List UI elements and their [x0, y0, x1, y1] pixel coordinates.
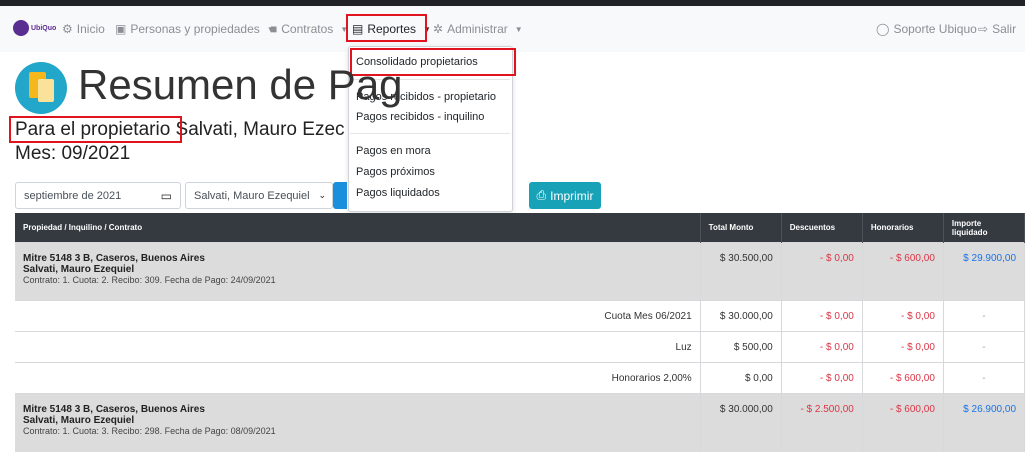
property-address: Mitre 5148 3 B, Caseros, Buenos Aires	[23, 404, 205, 415]
honorarios-cell: - $ 600,00	[862, 362, 944, 394]
table-row: Luz $ 500,00 - $ 0,00 - $ 0,00 -	[15, 331, 1025, 363]
logout-icon: ⇨	[978, 22, 989, 36]
filter-button[interactable]	[333, 182, 347, 209]
importe-cell: -	[943, 362, 1025, 394]
total-cell: $ 30.000,00	[700, 393, 782, 452]
calendar-icon: ▭	[160, 188, 172, 203]
nav-inicio[interactable]: ⚙ Inicio	[62, 16, 105, 42]
nav-contratos-label: Contratos	[281, 22, 334, 36]
col-propiedad: Propiedad / Inquilino / Contrato	[15, 213, 701, 243]
tenant-name: Salvati, Mauro Ezequiel	[23, 264, 135, 275]
chevron-down-icon: ⌄	[318, 190, 326, 200]
page-title: Resumen de Pag	[78, 61, 403, 108]
nav-administrar[interactable]: ✲ Administrar ▼	[433, 16, 523, 42]
nav-salir[interactable]: ⇨ Salir	[978, 16, 1016, 42]
highlight-reportes	[346, 14, 427, 42]
dropdown-item-pagos-mora[interactable]: Pagos en mora	[356, 145, 431, 157]
home-icon: ⚙	[62, 22, 73, 36]
owner-select[interactable]: Salvati, Mauro Ezequiel ⌄	[185, 182, 333, 209]
descuentos-cell: - $ 0,00	[781, 362, 863, 394]
tenant-name: Salvati, Mauro Ezequiel	[23, 415, 135, 426]
importe-cell: -	[943, 331, 1025, 363]
contract-info: Contrato: 1. Cuota: 2. Recibo: 309. Fech…	[23, 275, 276, 285]
nav-administrar-label: Administrar	[447, 22, 508, 36]
printer-icon: ⎙	[536, 188, 547, 202]
highlight-owner-label	[9, 116, 182, 143]
table-group-row: Mitre 5148 3 B, Caseros, Buenos Aires Sa…	[15, 242, 1025, 301]
month-picker[interactable]: septiembre de 2021 ▭	[15, 182, 181, 209]
dropdown-divider	[350, 133, 510, 134]
payments-table: Propiedad / Inquilino / Contrato Total M…	[15, 213, 1025, 452]
property-cell: Mitre 5148 3 B, Caseros, Buenos Aires Sa…	[15, 393, 701, 452]
contract-info: Contrato: 1. Cuota: 3. Recibo: 298. Fech…	[23, 426, 276, 436]
id-card-icon: ▣	[115, 22, 127, 36]
importe-cell: $ 26.900,00	[943, 393, 1025, 452]
property-address: Mitre 5148 3 B, Caseros, Buenos Aires	[23, 253, 205, 264]
contract-icon: ■	[270, 22, 278, 36]
col-honorarios: Honorarios	[862, 213, 944, 243]
month-heading: Mes: 09/2021	[15, 143, 131, 164]
nav-personas-label: Personas y propiedades	[130, 22, 260, 36]
descuentos-cell: - $ 0,00	[781, 331, 863, 363]
owner-name: Salvati, Mauro Ezec	[175, 119, 345, 140]
col-descuentos: Descuentos	[781, 213, 863, 243]
concept-cell: Luz	[15, 331, 701, 363]
nav-soporte[interactable]: ◯ Soporte Ubiquo	[876, 16, 977, 42]
col-importe: Importe liquidado	[943, 213, 1025, 243]
nav-personas[interactable]: ▣ Personas y propiedades ▼	[115, 16, 275, 42]
month-picker-value: septiembre de 2021	[24, 189, 122, 202]
owner-select-value: Salvati, Mauro Ezequiel	[194, 189, 310, 202]
dropdown-item-pagos-liquidados[interactable]: Pagos liquidados	[356, 187, 440, 199]
table-header-row: Propiedad / Inquilino / Contrato Total M…	[15, 213, 1025, 243]
descuentos-cell: - $ 2.500,00	[781, 393, 863, 452]
honorarios-cell: - $ 0,00	[862, 300, 944, 332]
total-cell: $ 500,00	[700, 331, 782, 363]
importe-cell: -	[943, 300, 1025, 332]
dropdown-item-pagos-proximos[interactable]: Pagos próximos	[356, 166, 435, 178]
concept-cell: Honorarios 2,00%	[15, 362, 701, 394]
user-circle-icon: ◯	[876, 22, 890, 36]
total-cell: $ 0,00	[700, 362, 782, 394]
concept-cell: Cuota Mes 06/2021	[15, 300, 701, 332]
honorarios-cell: - $ 600,00	[862, 393, 944, 452]
dropdown-item-pagos-recibidos-inquilino[interactable]: Pagos recibidos - inquilino	[356, 111, 484, 123]
app-logo[interactable]: UbiQuo	[13, 20, 56, 36]
logo-text: UbiQuo	[31, 24, 57, 32]
nav-salir-label: Salir	[992, 22, 1017, 36]
total-cell: $ 30.000,00	[700, 300, 782, 332]
nav-inicio-label: Inicio	[76, 22, 105, 36]
honorarios-cell: - $ 600,00	[862, 242, 944, 301]
importe-cell: $ 29.900,00	[943, 242, 1025, 301]
nav-soporte-label: Soporte Ubiquo	[893, 22, 977, 36]
print-button[interactable]: ⎙ Imprimir	[529, 182, 601, 209]
table-group-row: Mitre 5148 3 B, Caseros, Buenos Aires Sa…	[15, 393, 1025, 452]
nav-contratos[interactable]: ■ Contratos ▼	[270, 16, 348, 42]
table-row: Cuota Mes 06/2021 $ 30.000,00 - $ 0,00 -…	[15, 300, 1025, 332]
logo-icon	[13, 20, 29, 36]
document-icon-front	[38, 79, 54, 102]
honorarios-cell: - $ 0,00	[862, 331, 944, 363]
descuentos-cell: - $ 0,00	[781, 242, 863, 301]
property-cell: Mitre 5148 3 B, Caseros, Buenos Aires Sa…	[15, 242, 701, 301]
table-row: Honorarios 2,00% $ 0,00 - $ 0,00 - $ 600…	[15, 362, 1025, 394]
navbar: UbiQuo ⚙ Inicio ▣ Personas y propiedades…	[0, 6, 1025, 52]
gear-icon: ✲	[433, 22, 444, 36]
descuentos-cell: - $ 0,00	[781, 300, 863, 332]
print-button-label: Imprimir	[550, 188, 594, 203]
chevron-down-icon: ▼	[514, 24, 523, 34]
col-total-monto: Total Monto	[700, 213, 782, 243]
total-cell: $ 30.500,00	[700, 242, 782, 301]
